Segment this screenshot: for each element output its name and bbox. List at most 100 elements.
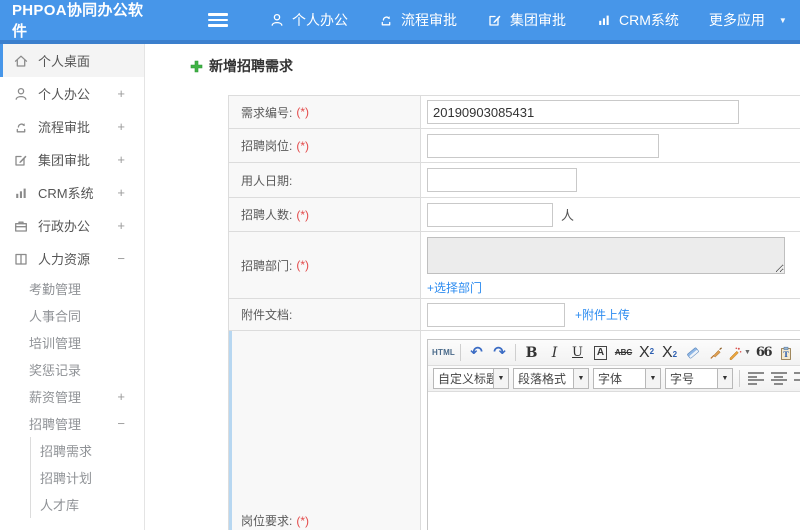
home-icon bbox=[14, 55, 28, 67]
demand-code-input[interactable] bbox=[427, 100, 739, 124]
toolbar-strikethrough-button[interactable]: ABC bbox=[613, 342, 634, 363]
field-label: 附件文档: bbox=[229, 299, 421, 330]
top-nav-label: CRM系统 bbox=[619, 12, 679, 28]
sidebar-item-personal-office[interactable]: 个人办公 + bbox=[0, 77, 144, 110]
sidebar-nesteditem-label: 招聘计划 bbox=[40, 471, 93, 486]
expand-toggle-icon[interactable]: + bbox=[117, 86, 125, 101]
toolbar-subscript-button[interactable]: X2 bbox=[659, 342, 680, 363]
sidebar-item-label: 集团审批 bbox=[38, 153, 91, 168]
toolbar-auto-typeset-button[interactable]: ▼ bbox=[728, 342, 751, 363]
font-family-select[interactable]: 字体 ▼ bbox=[593, 368, 661, 389]
eraser-icon bbox=[686, 347, 699, 358]
toolbar-undo-button[interactable]: ↶ bbox=[466, 342, 487, 363]
toolbar-redo-button[interactable]: ↷ bbox=[489, 342, 510, 363]
toolbar-italic-button[interactable]: I bbox=[544, 342, 565, 363]
toolbar-blockquote-button[interactable]: 66 bbox=[753, 342, 774, 363]
toolbar-align-center-button[interactable] bbox=[768, 368, 789, 389]
expand-toggle-icon[interactable]: + bbox=[117, 185, 125, 200]
sidebar-subitem-reward-record[interactable]: 奖惩记录 bbox=[0, 356, 144, 383]
sidebar-subitem-attendance-manage[interactable]: 考勤管理 bbox=[0, 275, 144, 302]
align-left-icon bbox=[747, 372, 764, 385]
expand-toggle-icon[interactable]: + bbox=[117, 119, 125, 134]
book-icon bbox=[15, 253, 27, 265]
menu-toggle-icon[interactable] bbox=[208, 13, 228, 27]
underline-icon: U bbox=[572, 345, 583, 360]
sidebar-item-label: 人力资源 bbox=[38, 252, 91, 267]
form-row-recruit-post: 招聘岗位: (*) bbox=[229, 129, 800, 163]
sidebar-item-admin-office[interactable]: 行政办公 + bbox=[0, 209, 144, 242]
sidebar-item-workflow-approval[interactable]: 流程审批 + bbox=[0, 110, 144, 143]
choose-dept-link[interactable]: +选择部门 bbox=[427, 279, 482, 296]
form-row-hire-date: 用人日期: bbox=[229, 163, 800, 198]
attachment-upload-link[interactable]: +附件上传 bbox=[575, 306, 630, 323]
sidebar-item-label: CRM系统 bbox=[38, 186, 94, 201]
recruit-count-input[interactable] bbox=[427, 202, 553, 227]
main-content: 新增招聘需求 需求编号: (*) 招聘岗位: (*) 用人日期: bbox=[146, 44, 800, 530]
sidebar-subitem-training-manage[interactable]: 培训管理 bbox=[0, 329, 144, 356]
top-nav-item-personal-office[interactable]: 个人办公 bbox=[269, 10, 348, 30]
recruit-post-input[interactable] bbox=[427, 133, 659, 158]
field-label: 岗位要求: (*) bbox=[229, 331, 421, 530]
editor-content-area[interactable] bbox=[428, 392, 800, 530]
sidebar-item-label: 流程审批 bbox=[38, 120, 91, 135]
sidebar-item-personal-desktop[interactable]: 个人桌面 bbox=[0, 44, 144, 77]
hire-date-input[interactable] bbox=[427, 168, 577, 192]
select-value: 字体 bbox=[598, 372, 623, 386]
select-value: 自定义标题 bbox=[438, 372, 493, 386]
recruit-dept-textarea[interactable] bbox=[427, 237, 785, 274]
sidebar-item-label: 个人办公 bbox=[38, 87, 91, 102]
field-label: 招聘部门: (*) bbox=[229, 232, 421, 298]
sidebar-subitem-label: 奖惩记录 bbox=[29, 363, 82, 378]
top-nav-item-workflow-approval[interactable]: 流程审批 bbox=[378, 10, 457, 30]
expand-toggle-icon[interactable]: + bbox=[117, 389, 125, 404]
custom-title-select[interactable]: 自定义标题 ▼ bbox=[433, 368, 509, 389]
field-label: 招聘岗位: (*) bbox=[229, 129, 421, 162]
toolbar-bold-button[interactable]: B bbox=[521, 342, 542, 363]
sidebar-item-group-approval[interactable]: 集团审批 + bbox=[0, 143, 144, 176]
sidebar-item-human-resources[interactable]: 人力资源 − bbox=[0, 242, 144, 275]
attachment-input[interactable] bbox=[427, 302, 565, 327]
toolbar-align-left-button[interactable] bbox=[745, 368, 766, 389]
sidebar-subitem-salary-manage[interactable]: 薪资管理 + bbox=[0, 383, 144, 410]
top-nav-item-crm-system[interactable]: CRM系统 bbox=[596, 10, 679, 30]
more-apps-menu[interactable]: 更多应用 ▼ bbox=[709, 10, 787, 30]
toolbar-paste-word-button[interactable]: T bbox=[776, 342, 797, 363]
top-bar: PHPOA协同办公软件 个人办公 流程审批 集团审批 CRM系统 更多应用 ▼ bbox=[0, 0, 800, 40]
label-text: 招聘人数: bbox=[241, 208, 293, 222]
toolbar-format-brush-button[interactable] bbox=[705, 342, 726, 363]
sidebar-subitem-recruit-manage[interactable]: 招聘管理 − bbox=[0, 410, 144, 437]
chart-icon bbox=[599, 15, 609, 25]
expand-toggle-icon[interactable]: + bbox=[117, 218, 125, 233]
toolbar-html-source-button[interactable]: HTML bbox=[432, 342, 455, 363]
expand-toggle-icon[interactable]: − bbox=[117, 251, 125, 266]
font-size-select[interactable]: 字号 ▼ bbox=[665, 368, 733, 389]
sidebar-nesteditem-recruit-demand[interactable]: 招聘需求 bbox=[31, 437, 144, 464]
sidebar-nesteditem-talent-pool[interactable]: 人才库 bbox=[31, 491, 144, 518]
form-row-recruit-count: 招聘人数: (*) 人 bbox=[229, 198, 800, 232]
more-apps-label: 更多应用 bbox=[708, 12, 765, 28]
expand-toggle-icon[interactable]: + bbox=[117, 152, 125, 167]
add-icon bbox=[190, 60, 203, 72]
toolbar-font-border-button[interactable]: A bbox=[590, 342, 611, 363]
chevron-down-icon: ▼ bbox=[717, 369, 732, 388]
top-nav-item-group-approval[interactable]: 集团审批 bbox=[487, 10, 566, 30]
toolbar-align-right-button[interactable] bbox=[791, 368, 800, 389]
toolbar-underline-button[interactable]: U bbox=[567, 342, 588, 363]
toolbar-eraser-button[interactable] bbox=[682, 342, 703, 363]
select-value: 段落格式 bbox=[518, 372, 567, 386]
html-source-icon: HTML bbox=[432, 348, 456, 357]
chevron-down-icon: ▼ bbox=[573, 369, 588, 388]
paragraph-format-select[interactable]: 段落格式 ▼ bbox=[513, 368, 589, 389]
expand-toggle-icon[interactable]: − bbox=[117, 416, 125, 431]
sidebar-item-crm-system[interactable]: CRM系统 + bbox=[0, 176, 144, 209]
magic-icon bbox=[729, 347, 742, 360]
sidebar-subitem-label: 培训管理 bbox=[29, 336, 82, 351]
sidebar-nesteditem-recruit-plan[interactable]: 招聘计划 bbox=[31, 464, 144, 491]
toolbar-superscript-button[interactable]: X2 bbox=[636, 342, 657, 363]
required-marker: (*) bbox=[296, 105, 310, 119]
top-nav: 个人办公 流程审批 集团审批 CRM系统 bbox=[254, 10, 694, 30]
top-nav-label: 集团审批 bbox=[510, 12, 566, 28]
sidebar-subitem-hr-contract[interactable]: 人事合同 bbox=[0, 302, 144, 329]
user-icon bbox=[15, 87, 27, 100]
align-center-icon bbox=[770, 372, 787, 385]
